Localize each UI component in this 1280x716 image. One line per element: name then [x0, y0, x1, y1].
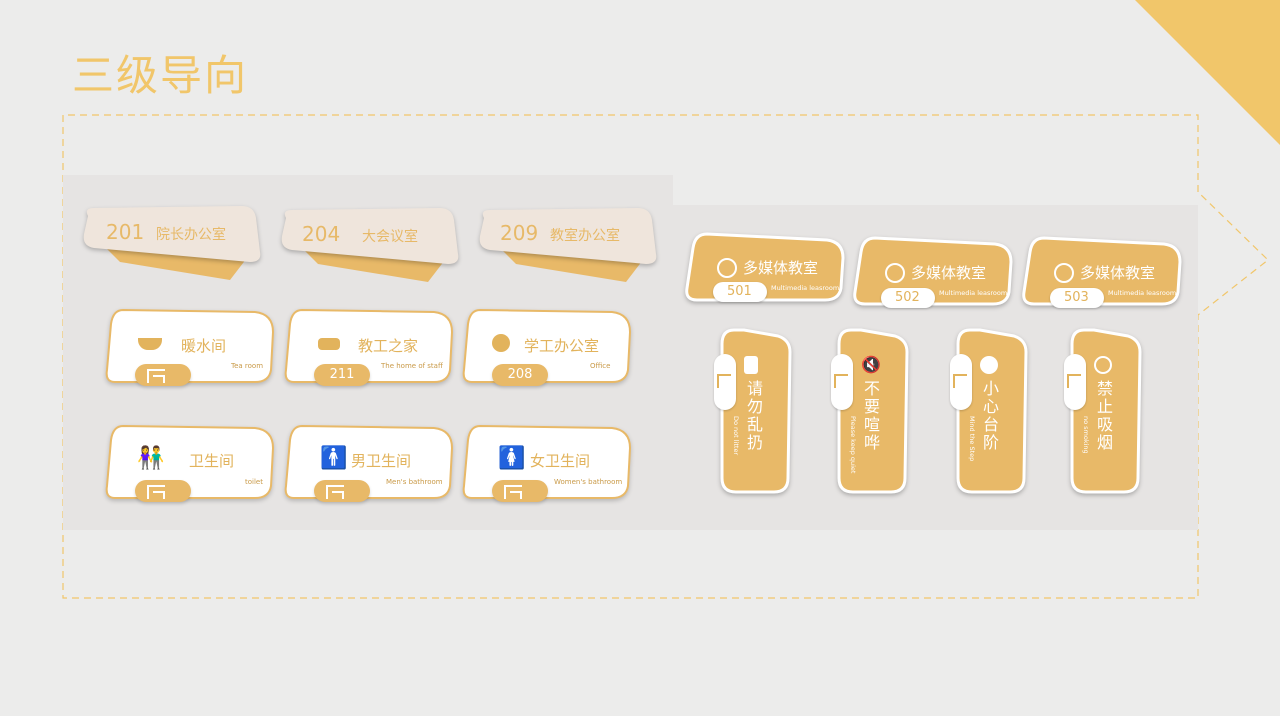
- man-icon: 🚹: [320, 446, 347, 472]
- stairs-icon: [717, 374, 731, 388]
- media-room-number: 503: [1050, 288, 1104, 308]
- trash-icon: [744, 356, 758, 374]
- mute-icon: 🔇: [861, 355, 881, 374]
- floor-pill: [950, 354, 972, 410]
- facility-sign: 👫 卫生间 toilet: [105, 424, 275, 504]
- facility-sign: 教工之家 The home of staff 211: [284, 308, 454, 388]
- media-room-english: Multimedia leasroom: [939, 289, 1008, 297]
- media-room-name: 多媒体教室: [911, 264, 987, 282]
- floor-pill: [714, 354, 736, 410]
- door-number: 204: [302, 222, 341, 246]
- facility-name: 男卫生间: [351, 452, 412, 470]
- media-room-sign: 多媒体教室 Multimedia leasroom 502: [853, 236, 1013, 308]
- woman-icon: 🚺: [498, 446, 525, 472]
- notice-sign: 请勿乱扔 Do not litter: [712, 328, 794, 496]
- media-room-number: 502: [881, 288, 935, 308]
- facility-english: Tea room: [231, 362, 264, 370]
- stairs-icon: [504, 485, 522, 499]
- notice-sign: 小心台阶 Mind the Step: [948, 328, 1030, 496]
- media-room-name: 多媒体教室: [743, 259, 819, 277]
- notice-english: Mind the Step: [968, 416, 976, 462]
- projector-icon: [885, 263, 905, 283]
- door-plate: 201 院长办公室: [80, 202, 265, 282]
- door-name: 教室办公室: [550, 228, 620, 244]
- facility-english: Women's bathroom: [554, 478, 623, 486]
- notice-sign: 禁止吸烟 no smoking: [1062, 328, 1144, 496]
- room-number-tab: 211: [314, 364, 370, 386]
- stairs-icon: [953, 374, 967, 388]
- floor-tab: [314, 480, 370, 502]
- facility-name: 学工办公室: [524, 337, 600, 355]
- facility-english: Men's bathroom: [386, 478, 443, 486]
- facility-sign: 学工办公室 Office 208: [462, 308, 632, 388]
- media-room-sign: 多媒体教室 Multimedia leasroom 501: [685, 232, 845, 304]
- facility-english: The home of staff: [381, 362, 443, 370]
- restroom-icon: 👫: [137, 446, 165, 471]
- projector-icon: [1054, 263, 1074, 283]
- door-name: 院长办公室: [156, 227, 226, 243]
- notice-text: 请勿乱扔: [746, 379, 763, 452]
- media-room-english: Multimedia leasroom: [771, 284, 840, 292]
- sofa-icon: [318, 338, 340, 350]
- notice-text: 禁止吸烟: [1096, 379, 1113, 452]
- facility-sign: 🚹 男卫生间 Men's bathroom: [284, 424, 454, 504]
- facility-sign: 🚺 女卫生间 Women's bathroom: [462, 424, 632, 504]
- projector-icon: [717, 258, 737, 278]
- facility-name: 卫生间: [189, 452, 235, 470]
- door-plate: 204 大会议室: [278, 204, 463, 284]
- facility-name: 暖水间: [181, 337, 227, 355]
- facility-sign: 暖水间 Tea room: [105, 308, 275, 388]
- notice-english: Please keep quiet: [849, 416, 857, 474]
- stairs-icon: [147, 485, 165, 499]
- facility-name: 教工之家: [358, 337, 419, 355]
- stairs-icon: [834, 374, 848, 388]
- notice-english: no smoking: [1082, 416, 1090, 454]
- notice-sign: 🔇 不要喧哗 Please keep quiet: [829, 328, 911, 496]
- media-room-english: Multimedia leasroom: [1108, 289, 1177, 297]
- facility-name: 女卫生间: [530, 452, 591, 470]
- floor-tab: [135, 480, 191, 502]
- room-number-tab: 208: [492, 364, 548, 386]
- media-room-sign: 多媒体教室 Multimedia leasroom 503: [1022, 236, 1182, 308]
- floor-pill: [831, 354, 853, 410]
- facility-english: Office: [590, 362, 611, 370]
- stairs-icon: [147, 369, 165, 383]
- media-room-name: 多媒体教室: [1080, 264, 1156, 282]
- floor-pill: [1064, 354, 1086, 410]
- caution-icon: [980, 356, 998, 374]
- lamp-icon: [492, 334, 510, 352]
- stairs-icon: [326, 485, 344, 499]
- notice-english: Do not litter: [732, 416, 740, 456]
- facility-english: toilet: [245, 478, 263, 486]
- door-number: 209: [500, 221, 539, 245]
- door-plate: 209 教室办公室: [476, 204, 661, 284]
- floor-tab: [492, 480, 548, 502]
- no-smoking-icon: [1094, 356, 1112, 374]
- floor-tab: [135, 364, 191, 386]
- media-room-number: 501: [713, 282, 767, 302]
- notice-text: 不要喧哗: [863, 379, 880, 452]
- door-number: 201: [106, 220, 145, 244]
- door-name: 大会议室: [362, 229, 418, 245]
- stairs-icon: [1067, 374, 1081, 388]
- notice-text: 小心台阶: [982, 379, 999, 452]
